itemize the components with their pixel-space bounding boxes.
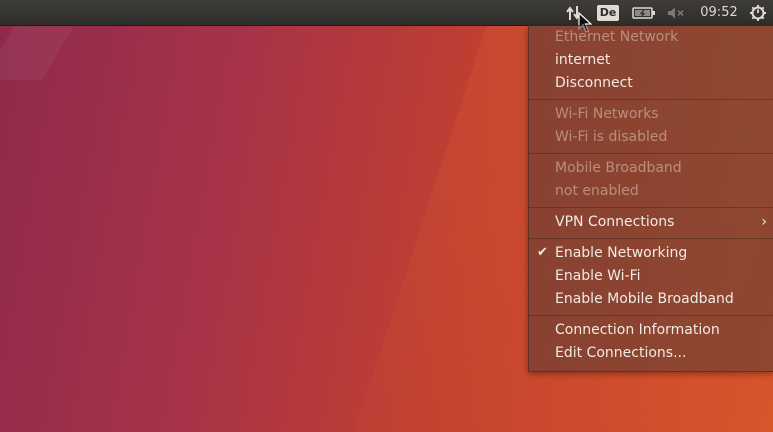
menu-item-internet[interactable]: internet [555, 49, 610, 72]
desktop: De 09:52 Ethernet Network internet Disco… [0, 0, 773, 432]
clock[interactable]: 09:52 [694, 0, 744, 25]
checkmark-icon: ✔ [537, 245, 548, 260]
keyboard-layout-label: De [596, 4, 620, 21]
menu-item-wifi-status: Wi-Fi is disabled [555, 129, 668, 145]
menu-separator [529, 315, 773, 316]
menu-item-enable-wifi[interactable]: Enable Wi-Fi [555, 265, 641, 288]
menu-header-wifi: Wi-Fi Networks [555, 106, 659, 122]
menu-item-enable-networking[interactable]: Enable Networking [555, 242, 687, 265]
battery-icon [632, 6, 655, 19]
sound-indicator[interactable] [664, 0, 688, 25]
battery-indicator[interactable] [630, 0, 658, 25]
menu-item-connection-info[interactable]: Connection Information [555, 319, 720, 342]
menu-header-ethernet: Ethernet Network [555, 29, 679, 45]
menu-separator [529, 99, 773, 100]
network-menu: Ethernet Network internet Disconnect Wi-… [528, 25, 773, 372]
session-indicator[interactable] [746, 0, 770, 25]
menu-item-enable-mobile[interactable]: Enable Mobile Broadband [555, 288, 734, 311]
sound-muted-icon [668, 7, 684, 18]
chevron-right-icon: › [761, 214, 767, 230]
wallpaper-shape [0, 20, 78, 80]
menu-item-vpn[interactable]: VPN Connections [555, 211, 773, 234]
menu-separator [529, 238, 773, 239]
keyboard-layout-indicator[interactable]: De [596, 0, 620, 25]
menu-separator [529, 153, 773, 154]
menu-item-edit-connections[interactable]: Edit Connections... [555, 342, 686, 365]
gear-icon [750, 4, 766, 21]
menu-item-vpn-label: VPN Connections [555, 214, 675, 230]
menu-item-disconnect[interactable]: Disconnect [555, 72, 633, 95]
menu-header-mobile: Mobile Broadband [555, 160, 682, 176]
top-panel: De 09:52 [0, 0, 773, 26]
menu-separator [529, 207, 773, 208]
menu-item-mobile-status: not enabled [555, 183, 639, 199]
